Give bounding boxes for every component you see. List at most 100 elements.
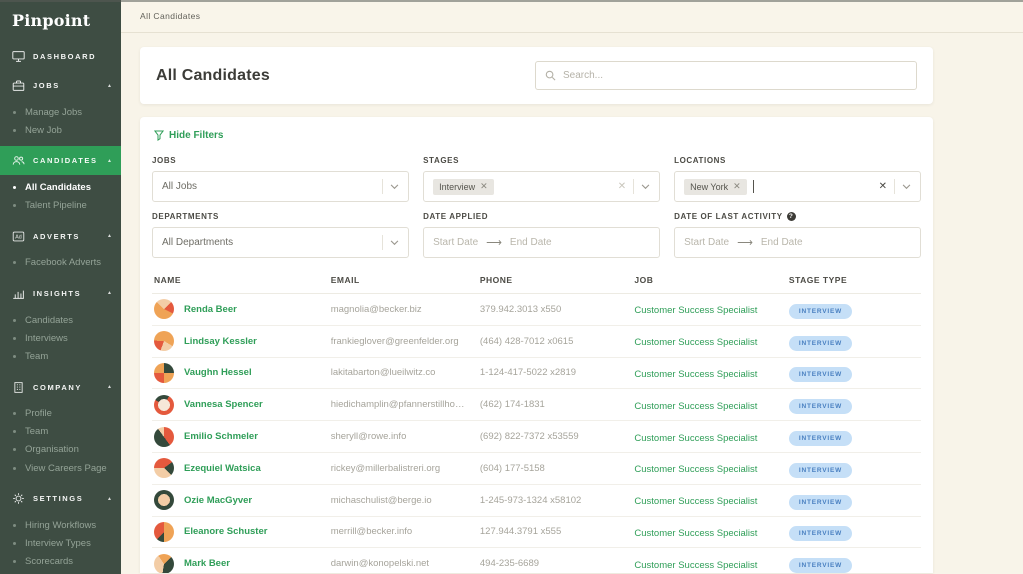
sidebar: Pinpoint DASHBOARD ▲ JOBS ▲ Manage Jobs … bbox=[0, 0, 121, 574]
jobs-select[interactable]: All Jobs bbox=[152, 171, 409, 202]
table-row[interactable]: Vaughn Hessel lakitabarton@lueilwitz.co … bbox=[152, 358, 921, 390]
candidate-phone: 1-124-417-5022 x2819 bbox=[480, 367, 635, 378]
sidebar-section-header[interactable]: COMPANY ▲ bbox=[0, 373, 121, 402]
bullet-icon bbox=[13, 524, 16, 527]
chevron-down-icon[interactable] bbox=[902, 184, 911, 190]
sidebar-section-header[interactable]: SETTINGS ▲ bbox=[0, 484, 121, 513]
select-divider bbox=[382, 235, 383, 250]
candidate-job-link[interactable]: Customer Success Specialist bbox=[634, 369, 757, 380]
chevron-down-icon[interactable] bbox=[390, 184, 399, 190]
search-box[interactable] bbox=[535, 61, 917, 90]
search-input[interactable] bbox=[563, 70, 907, 81]
avatar bbox=[154, 363, 174, 383]
sidebar-section-header[interactable]: JOBS ▲ bbox=[0, 71, 121, 100]
end-date-input[interactable]: End Date bbox=[761, 237, 803, 248]
sidebar-item[interactable]: Scorecards bbox=[0, 553, 121, 571]
table-row[interactable]: Renda Beer magnolia@becker.biz 379.942.3… bbox=[152, 294, 921, 326]
sidebar-item[interactable]: Interviews bbox=[0, 329, 121, 347]
chevron-down-icon[interactable] bbox=[390, 240, 399, 246]
candidate-name-link[interactable]: Ozie MacGyver bbox=[184, 495, 252, 506]
start-date-input[interactable]: Start Date bbox=[433, 237, 478, 248]
candidate-name-link[interactable]: Renda Beer bbox=[184, 304, 237, 315]
sidebar-section-label: CANDIDATES bbox=[33, 156, 107, 165]
sidebar-section-header[interactable]: CANDIDATES ▲ bbox=[0, 146, 121, 175]
sidebar-item[interactable]: Talent Pipeline bbox=[0, 197, 121, 215]
departments-select[interactable]: All Departments bbox=[152, 227, 409, 258]
hide-filters-button[interactable]: Hide Filters bbox=[154, 130, 223, 141]
candidate-name-link[interactable]: Lindsay Kessler bbox=[184, 336, 257, 347]
sidebar-section-label: SETTINGS bbox=[33, 494, 107, 503]
help-icon[interactable]: ? bbox=[787, 212, 796, 221]
candidate-job-link[interactable]: Customer Success Specialist bbox=[634, 528, 757, 539]
candidate-phone: (464) 428-7012 x0615 bbox=[480, 336, 635, 347]
remove-tag-icon[interactable]: ✕ bbox=[480, 182, 488, 191]
stage-tag: Interview ✕ bbox=[433, 179, 494, 195]
breadcrumb[interactable]: All Candidates bbox=[140, 11, 200, 21]
sidebar-item[interactable]: Hiring Workflows bbox=[0, 516, 121, 534]
stages-select[interactable]: Interview ✕ ✕ bbox=[423, 171, 660, 202]
stage-type-badge: INTERVIEW bbox=[789, 526, 852, 541]
table-row[interactable]: Lindsay Kessler frankieglover@greenfelde… bbox=[152, 326, 921, 358]
candidate-job-link[interactable]: Customer Success Specialist bbox=[634, 401, 757, 412]
table-row[interactable]: Vannesa Spencer hiedichamplin@pfannersti… bbox=[152, 389, 921, 421]
sidebar-item-label: All Candidates bbox=[25, 182, 91, 193]
candidate-name-link[interactable]: Eleanore Schuster bbox=[184, 526, 267, 537]
sidebar-item[interactable]: All Candidates bbox=[0, 178, 121, 196]
table-row[interactable]: Mark Beer darwin@konopelski.net 494-235-… bbox=[152, 548, 921, 573]
candidate-name-link[interactable]: Mark Beer bbox=[184, 558, 230, 569]
sidebar-section-header[interactable]: DASHBOARD ▲ bbox=[0, 42, 121, 71]
candidate-name-link[interactable]: Emilio Schmeler bbox=[184, 431, 258, 442]
clear-icon[interactable]: ✕ bbox=[618, 182, 626, 192]
column-header-name: NAME bbox=[154, 275, 331, 285]
candidate-job-link[interactable]: Customer Success Specialist bbox=[634, 433, 757, 444]
locations-select[interactable]: New York ✕ ✕ bbox=[674, 171, 921, 202]
sidebar-item[interactable]: Profile bbox=[0, 405, 121, 423]
stage-type-badge: INTERVIEW bbox=[789, 558, 852, 573]
sidebar-item[interactable]: New Job bbox=[0, 121, 121, 139]
avatar bbox=[154, 427, 174, 447]
candidate-job-link[interactable]: Customer Success Specialist bbox=[634, 496, 757, 507]
remove-tag-icon[interactable]: ✕ bbox=[733, 182, 741, 191]
candidate-job-link[interactable]: Customer Success Specialist bbox=[634, 560, 757, 571]
date-last-activity-range[interactable]: Start Date ⟶ End Date bbox=[674, 227, 921, 258]
sidebar-item-label: Talent Pipeline bbox=[25, 200, 87, 211]
table-row[interactable]: Ozie MacGyver michaschulist@berge.io 1-2… bbox=[152, 485, 921, 517]
bullet-icon bbox=[13, 467, 16, 470]
departments-filter-label: DEPARTMENTS bbox=[152, 212, 409, 221]
table-row[interactable]: Ezequiel Watsica rickey@millerbalistreri… bbox=[152, 453, 921, 485]
sidebar-section-header[interactable]: Ad ADVERTS ▲ bbox=[0, 222, 121, 251]
window-top-edge bbox=[0, 0, 1023, 2]
sidebar-item[interactable]: Team bbox=[0, 347, 121, 365]
sidebar-item-label: Facebook Adverts bbox=[25, 257, 101, 268]
date-applied-range[interactable]: Start Date ⟶ End Date bbox=[423, 227, 660, 258]
sidebar-item[interactable]: Team bbox=[0, 423, 121, 441]
filter-funnel-icon bbox=[154, 130, 164, 141]
start-date-input[interactable]: Start Date bbox=[684, 237, 729, 248]
sidebar-item-label: Manage Jobs bbox=[25, 107, 82, 118]
table-row[interactable]: Eleanore Schuster merrill@becker.info 12… bbox=[152, 517, 921, 549]
clear-icon[interactable]: ✕ bbox=[879, 182, 887, 192]
sidebar-item[interactable]: Manage Jobs bbox=[0, 103, 121, 121]
chevron-down-icon[interactable] bbox=[641, 184, 650, 190]
avatar bbox=[154, 395, 174, 415]
sidebar-item-label: Scorecards bbox=[25, 556, 73, 567]
candidate-name-link[interactable]: Vannesa Spencer bbox=[184, 399, 263, 410]
candidate-name-link[interactable]: Vaughn Hessel bbox=[184, 367, 252, 378]
sidebar-item[interactable]: Interview Types bbox=[0, 534, 121, 552]
candidate-job-link[interactable]: Customer Success Specialist bbox=[634, 464, 757, 475]
sidebar-item[interactable]: Organisation bbox=[0, 441, 121, 459]
sidebar-item[interactable]: Facebook Adverts bbox=[0, 254, 121, 272]
column-header-phone: PHONE bbox=[480, 275, 635, 285]
candidate-email: sheryll@rowe.info bbox=[331, 431, 480, 442]
sidebar-item[interactable]: Candidates bbox=[0, 311, 121, 329]
candidate-name-link[interactable]: Ezequiel Watsica bbox=[184, 463, 261, 474]
sidebar-section-header[interactable]: INSIGHTS ▲ bbox=[0, 279, 121, 308]
sidebar-item[interactable]: View Careers Page bbox=[0, 459, 121, 477]
sidebar-nav: DASHBOARD ▲ JOBS ▲ Manage Jobs New Job C… bbox=[0, 42, 121, 574]
sidebar-section-children: Profile Team Organisation View Careers P… bbox=[0, 402, 121, 485]
candidate-job-link[interactable]: Customer Success Specialist bbox=[634, 305, 757, 316]
candidate-job-link[interactable]: Customer Success Specialist bbox=[634, 337, 757, 348]
date-applied-filter-label: DATE APPLIED bbox=[423, 212, 660, 221]
table-row[interactable]: Emilio Schmeler sheryll@rowe.info (692) … bbox=[152, 421, 921, 453]
end-date-input[interactable]: End Date bbox=[510, 237, 552, 248]
